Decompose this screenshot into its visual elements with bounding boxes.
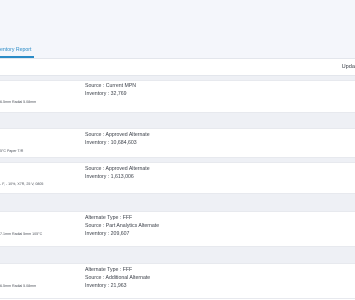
source-line: Source : Current MPN [85,83,137,89]
source-line: Source : Approved Alternate [85,132,150,138]
part-details: Source : Current MPN Inventory : 32,769 [85,83,136,99]
update-button[interactable]: Upda [342,64,355,70]
tab-bar: entory Report [0,44,355,58]
inventory-line: Inventory : 1,613,006 [85,173,134,180]
alternate-type-line: Alternate Type : FFF [85,267,133,273]
table-row[interactable]: 7.1mm Radial 5mm 105°C Alternate Type : … [0,211,355,247]
part-description: - F, - 10%, X7R, 25 V, 0805 [0,182,44,186]
part-details: Alternate Type : FFF Source : Part Analy… [85,215,159,238]
group-separator [0,246,355,263]
source-line: Source : Approved Alternate [85,166,150,172]
alternate-type-line: Alternate Type : FFF [85,215,133,221]
inventory-line: Inventory : 209,607 [85,230,130,237]
part-description: 5°C Paper T/R [0,149,24,153]
inventory-line: Inventory : 32,769 [85,90,127,97]
table-row[interactable]: 5°C Paper T/R Source : Approved Alternat… [0,128,355,158]
results-toolbar: Upda [0,59,355,76]
table-row[interactable]: 6.5mm Radial 5.08mm Source : Current MPN… [0,80,355,113]
group-separator [0,112,355,128]
part-details: Source : Approved Alternate Inventory : … [85,132,150,148]
group-separator [0,193,355,211]
table-row[interactable]: 6.5mm Radial 5.08mm Alternate Type : FFF… [0,263,355,299]
part-description: 6.5mm Radial 5.08mm [0,284,37,288]
part-description: 7.1mm Radial 5mm 105°C [0,232,43,236]
table-row[interactable]: - F, - 10%, X7R, 25 V, 0805 Source : App… [0,162,355,194]
part-details: Source : Approved Alternate Inventory : … [85,166,150,182]
part-details: Alternate Type : FFF Source : Additional… [85,267,150,290]
part-description: 6.5mm Radial 5.08mm [0,100,37,104]
source-line: Source : Part Analytics Alternate [85,222,160,229]
inventory-line: Inventory : 21,963 [85,282,127,289]
source-line: Source : Additional Alternate [85,274,151,281]
tab-inventory-report[interactable]: entory Report [0,47,31,53]
inventory-report-page: entory Report Upda 6.5mm Radial 5.08mm S… [0,0,355,300]
inventory-line: Inventory : 10,684,603 [85,139,137,146]
